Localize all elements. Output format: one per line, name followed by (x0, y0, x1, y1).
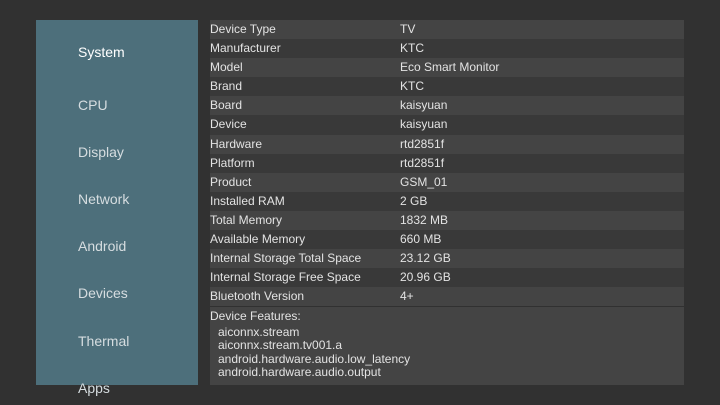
info-key: Brand (210, 79, 243, 94)
info-value: kaisyuan (400, 98, 448, 113)
info-value: 20.96 GB (400, 270, 451, 285)
info-value: KTC (400, 41, 424, 56)
info-value: 4+ (400, 289, 414, 304)
info-key: Manufacturer (210, 41, 281, 56)
info-key: Available Memory (210, 232, 306, 247)
info-row-model: Model Eco Smart Monitor (210, 58, 684, 78)
info-row-brand: Brand KTC (210, 77, 684, 97)
info-key: Model (210, 60, 243, 75)
info-value: KTC (400, 79, 424, 94)
info-value: 660 MB (400, 232, 442, 247)
info-value: GSM_01 (400, 174, 448, 189)
device-features-panel: Device Features: aiconnx.stream aiconnx.… (210, 307, 684, 385)
info-row-platform: Platform rtd2851f (210, 153, 684, 173)
info-key: Internal Storage Free Space (210, 270, 361, 285)
info-key: Board (210, 98, 243, 113)
info-key: Product (210, 174, 252, 189)
info-value: TV (400, 22, 416, 36)
device-feature-item: android.hardware.audio.output (218, 364, 381, 379)
info-key: Platform (210, 155, 255, 170)
info-row-storage-free: Internal Storage Free Space 20.96 GB (210, 268, 684, 288)
info-row-device-type: Device Type TV (210, 20, 684, 40)
sidebar-item-devices[interactable]: Devices (78, 284, 128, 302)
info-key: Bluetooth Version (210, 289, 305, 304)
info-row-device: Device kaisyuan (210, 115, 684, 135)
info-row-manufacturer: Manufacturer KTC (210, 39, 684, 59)
info-row-installed-ram: Installed RAM 2 GB (210, 191, 684, 211)
info-value: Eco Smart Monitor (400, 60, 500, 75)
info-value: kaisyuan (400, 117, 448, 132)
device-feature-item: android.hardware.audio.low_latency (218, 351, 411, 366)
info-row-available-memory: Available Memory 660 MB (210, 230, 684, 250)
device-features-list: aiconnx.stream aiconnx.stream.tv001.a an… (218, 325, 411, 379)
info-key: Total Memory (210, 212, 283, 227)
info-value: 1832 MB (400, 212, 449, 227)
info-value: rtd2851f (400, 136, 445, 151)
info-key: Device Type (210, 22, 276, 36)
info-row-board: Board kaisyuan (210, 96, 684, 116)
info-key: Hardware (210, 136, 263, 151)
sidebar-item-thermal[interactable]: Thermal (78, 332, 129, 350)
sidebar-item-system[interactable]: System (78, 43, 125, 61)
info-row-storage-total: Internal Storage Total Space 23.12 GB (210, 249, 684, 269)
info-value: rtd2851f (400, 155, 445, 170)
info-row-bluetooth-version: Bluetooth Version 4+ (210, 287, 684, 307)
device-feature-item: aiconnx.stream.tv001.a (218, 338, 343, 353)
info-key: Installed RAM (210, 193, 285, 208)
sidebar-item-cpu[interactable]: CPU (78, 96, 108, 114)
sidebar-item-network[interactable]: Network (78, 190, 129, 208)
info-row-product: Product GSM_01 (210, 172, 684, 192)
device-feature-item: aiconnx.stream (218, 325, 300, 339)
system-info-table: Device Type TV Manufacturer KTC Model Ec… (210, 20, 684, 307)
sidebar-item-apps[interactable]: Apps (78, 379, 110, 397)
info-row-total-memory: Total Memory 1832 MB (210, 210, 684, 231)
info-key: Device (210, 117, 247, 132)
sidebar-nav: System CPU Display Network Android Devic… (36, 20, 198, 396)
info-key: Internal Storage Total Space (210, 251, 362, 266)
info-value: 2 GB (400, 193, 428, 208)
sidebar-item-display[interactable]: Display (78, 143, 124, 161)
device-features-title: Device Features: (210, 309, 301, 323)
sidebar-item-android[interactable]: Android (78, 237, 126, 255)
info-row-hardware: Hardware rtd2851f (210, 134, 684, 154)
info-value: 23.12 GB (400, 251, 451, 266)
